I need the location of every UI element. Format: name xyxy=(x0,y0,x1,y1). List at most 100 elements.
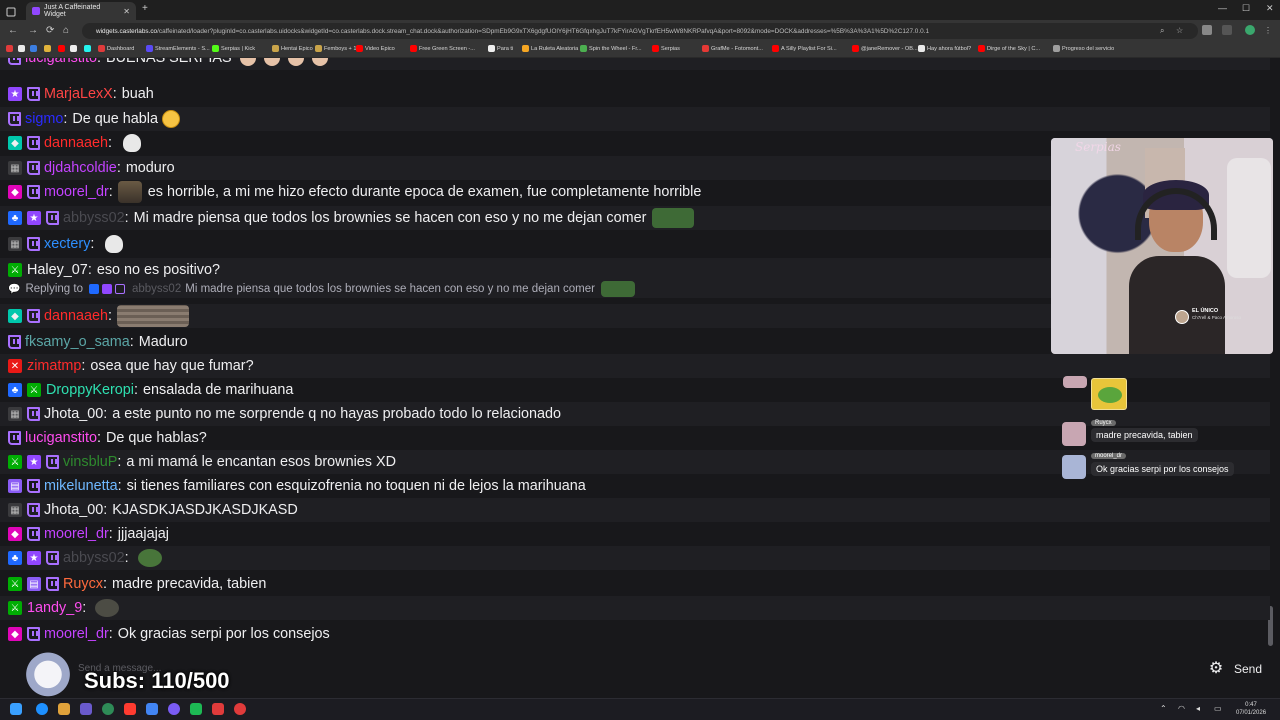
bookmark-item[interactable]: Hay ahora fútbol? xyxy=(918,45,971,52)
taskbar-app-icon[interactable] xyxy=(234,703,246,715)
bookmark-item[interactable] xyxy=(44,45,53,52)
bookmark-item[interactable]: Free Green Screen -... xyxy=(410,45,475,52)
chat-username[interactable]: zimatmp xyxy=(27,358,81,374)
tab-search-icon[interactable] xyxy=(6,4,16,17)
back-icon[interactable]: ← xyxy=(8,25,18,36)
chat-username[interactable]: Ruycx xyxy=(63,576,103,592)
bookmark-item[interactable]: @janeRemover - OB... xyxy=(852,45,918,52)
minimize-icon[interactable]: — xyxy=(1218,3,1227,13)
bookmark-item[interactable]: Video Epico xyxy=(356,45,395,52)
chat-username[interactable]: Haley_07 xyxy=(27,262,88,278)
bookmark-item[interactable]: A Silly Playlist For Si... xyxy=(772,45,837,52)
bookmark-item[interactable]: La Ruleta Aleatoria xyxy=(522,45,578,52)
chat-username[interactable]: luciganstito xyxy=(25,430,97,446)
tab-close-icon[interactable]: ✕ xyxy=(123,7,130,16)
taskbar-clock[interactable]: 0:47 07/01/2026 xyxy=(1236,701,1266,717)
chat-username[interactable]: dannaaeh xyxy=(44,308,108,324)
chat-username[interactable]: fksamy_o_sama xyxy=(25,334,130,350)
bookmark-item[interactable] xyxy=(6,45,15,52)
chat-username[interactable]: vinsbluP xyxy=(63,454,117,470)
skull-emote xyxy=(123,134,142,152)
wifi-icon[interactable]: ◠ xyxy=(1178,704,1185,713)
chat-username[interactable]: sigmo xyxy=(25,111,63,127)
chat-username[interactable]: MarjaLexX xyxy=(44,86,113,102)
bookmark-star-icon[interactable]: ☆ xyxy=(1176,26,1183,35)
maximize-icon[interactable]: ☐ xyxy=(1242,3,1250,14)
chat-username[interactable]: moorel_dr xyxy=(44,526,109,542)
taskbar-app-icon[interactable] xyxy=(190,703,202,715)
chat-username[interactable]: luciganstito xyxy=(25,58,97,66)
battery-icon[interactable]: ▭ xyxy=(1214,704,1222,713)
chat-message-row[interactable]: ◆ moorel_dr: Ok gracias serpi por los cons… xyxy=(0,622,1270,646)
chat-username[interactable]: djdahcoldie xyxy=(44,160,117,176)
taskbar-app-icon[interactable] xyxy=(212,703,224,715)
chat-message-text: Mi madre piensa que todos los brownies s… xyxy=(133,210,647,226)
bookmark-item[interactable]: Hentai Epico xyxy=(272,45,313,52)
bookmark-item[interactable] xyxy=(84,45,93,52)
chat-username[interactable]: abbyss02 xyxy=(63,550,125,566)
chat-username[interactable]: Jhota_00 xyxy=(44,502,103,518)
chat-username[interactable]: DroppyKeropi xyxy=(46,382,134,398)
chat-message-row[interactable]: ⚔ 1andy_9: xyxy=(0,596,1270,620)
taskbar-app-icon[interactable] xyxy=(102,703,114,715)
chat-message-row[interactable]: luciganstito: BUENAS SERPIAS xyxy=(0,58,1270,70)
chat-message-row[interactable]: ♣ ★ abbyss02: xyxy=(0,546,1270,570)
chat-username[interactable]: moorel_dr xyxy=(44,626,109,642)
bookmark-item[interactable]: Femboys + 18 xyxy=(315,45,360,52)
bookmark-item[interactable]: Progreso del servicio xyxy=(1053,45,1114,52)
close-window-icon[interactable]: ✕ xyxy=(1266,3,1274,14)
bookmark-item[interactable]: Dashboard xyxy=(98,45,134,52)
chat-username[interactable]: dannaaeh xyxy=(44,135,108,151)
chat-message-row[interactable]: ★ MarjaLexX: buah xyxy=(0,82,1270,106)
bookmark-item[interactable]: Spin the Wheel - Fr... xyxy=(580,45,642,52)
taskbar-app-icon[interactable] xyxy=(80,703,92,715)
forward-icon[interactable]: → xyxy=(28,25,38,36)
chat-message-input[interactable]: Send a message... xyxy=(70,660,1200,678)
browser-tab-active[interactable]: Just A Caffeinated Widget ✕ xyxy=(26,2,136,20)
taskbar-app-icon[interactable] xyxy=(58,703,70,715)
taskbar-app-icon[interactable] xyxy=(146,703,158,715)
chat-message-text: a mi mamá le encantan esos brownies XD xyxy=(126,454,396,470)
menu-kebab-icon[interactable]: ⋮ xyxy=(1264,26,1272,35)
chat-message-row[interactable]: sigmo: De que habla xyxy=(0,107,1270,131)
chat-message-row[interactable]: ✕ zimatmp: osea que hay que fumar? xyxy=(0,354,1270,378)
bookmark-item[interactable]: Serpias xyxy=(652,45,680,52)
taskbar-app-icon[interactable] xyxy=(36,703,48,715)
bookmark-item[interactable] xyxy=(70,45,79,52)
reload-icon[interactable]: ⟳ xyxy=(46,25,54,36)
home-icon[interactable]: ⌂ xyxy=(63,25,69,36)
chat-username[interactable]: moorel_dr xyxy=(44,184,109,200)
url-input[interactable]: widgets.casterlabs.co/caffeinated/loader… xyxy=(82,23,1198,39)
chat-message-row[interactable]: ⚔ ▤ Ruycx: madre precavida, tabien xyxy=(0,572,1270,596)
sidepanel-icon[interactable] xyxy=(1222,25,1232,35)
taskbar-app-icon[interactable] xyxy=(168,703,180,715)
extensions-icon[interactable] xyxy=(1202,25,1212,35)
bookmark-item[interactable] xyxy=(58,45,67,52)
chat-message-row[interactable]: ▦ Jhota_00: KJASDKJASDJKASDJKASD xyxy=(0,498,1270,522)
chat-colon: : xyxy=(81,358,86,374)
bookmark-item[interactable]: Dirge of the Sky | C... xyxy=(978,45,1040,52)
bookmark-item[interactable]: GrafMe - Fotomont... xyxy=(702,45,763,52)
bookmark-item[interactable] xyxy=(18,45,27,52)
profile-avatar-icon[interactable] xyxy=(1245,25,1255,35)
chat-message-row[interactable]: ◆ moorel_dr: jjjaajajaj xyxy=(0,522,1270,546)
bookmark-item[interactable] xyxy=(30,45,39,52)
volume-icon[interactable]: ◂ xyxy=(1196,704,1200,713)
new-tab-button[interactable]: + xyxy=(142,3,148,14)
reply-username[interactable]: abbyss02 xyxy=(132,283,181,295)
zoom-icon[interactable]: ⌕ xyxy=(1160,26,1164,36)
bookmark-item[interactable]: Para ti xyxy=(488,45,513,52)
bookmark-item[interactable]: Serpias | Kick xyxy=(212,45,255,52)
bookmark-item[interactable]: StreamElements - S... xyxy=(146,45,210,52)
taskbar-app-icon[interactable] xyxy=(124,703,136,715)
send-button[interactable]: Send xyxy=(1234,660,1270,678)
chat-username[interactable]: abbyss02 xyxy=(63,210,125,226)
windows-start-icon[interactable] xyxy=(10,703,22,715)
chat-username[interactable]: Jhota_00 xyxy=(44,406,103,422)
tray-chevron-icon[interactable]: ⌃ xyxy=(1160,704,1167,713)
browser-tab-strip: Just A Caffeinated Widget ✕ + — ☐ ✕ xyxy=(0,0,1280,20)
gear-icon[interactable]: ⚙ xyxy=(1207,660,1225,678)
chat-username[interactable]: mikelunetta xyxy=(44,478,118,494)
chat-username[interactable]: xectery xyxy=(44,236,90,252)
chat-username[interactable]: 1andy_9 xyxy=(27,600,82,616)
